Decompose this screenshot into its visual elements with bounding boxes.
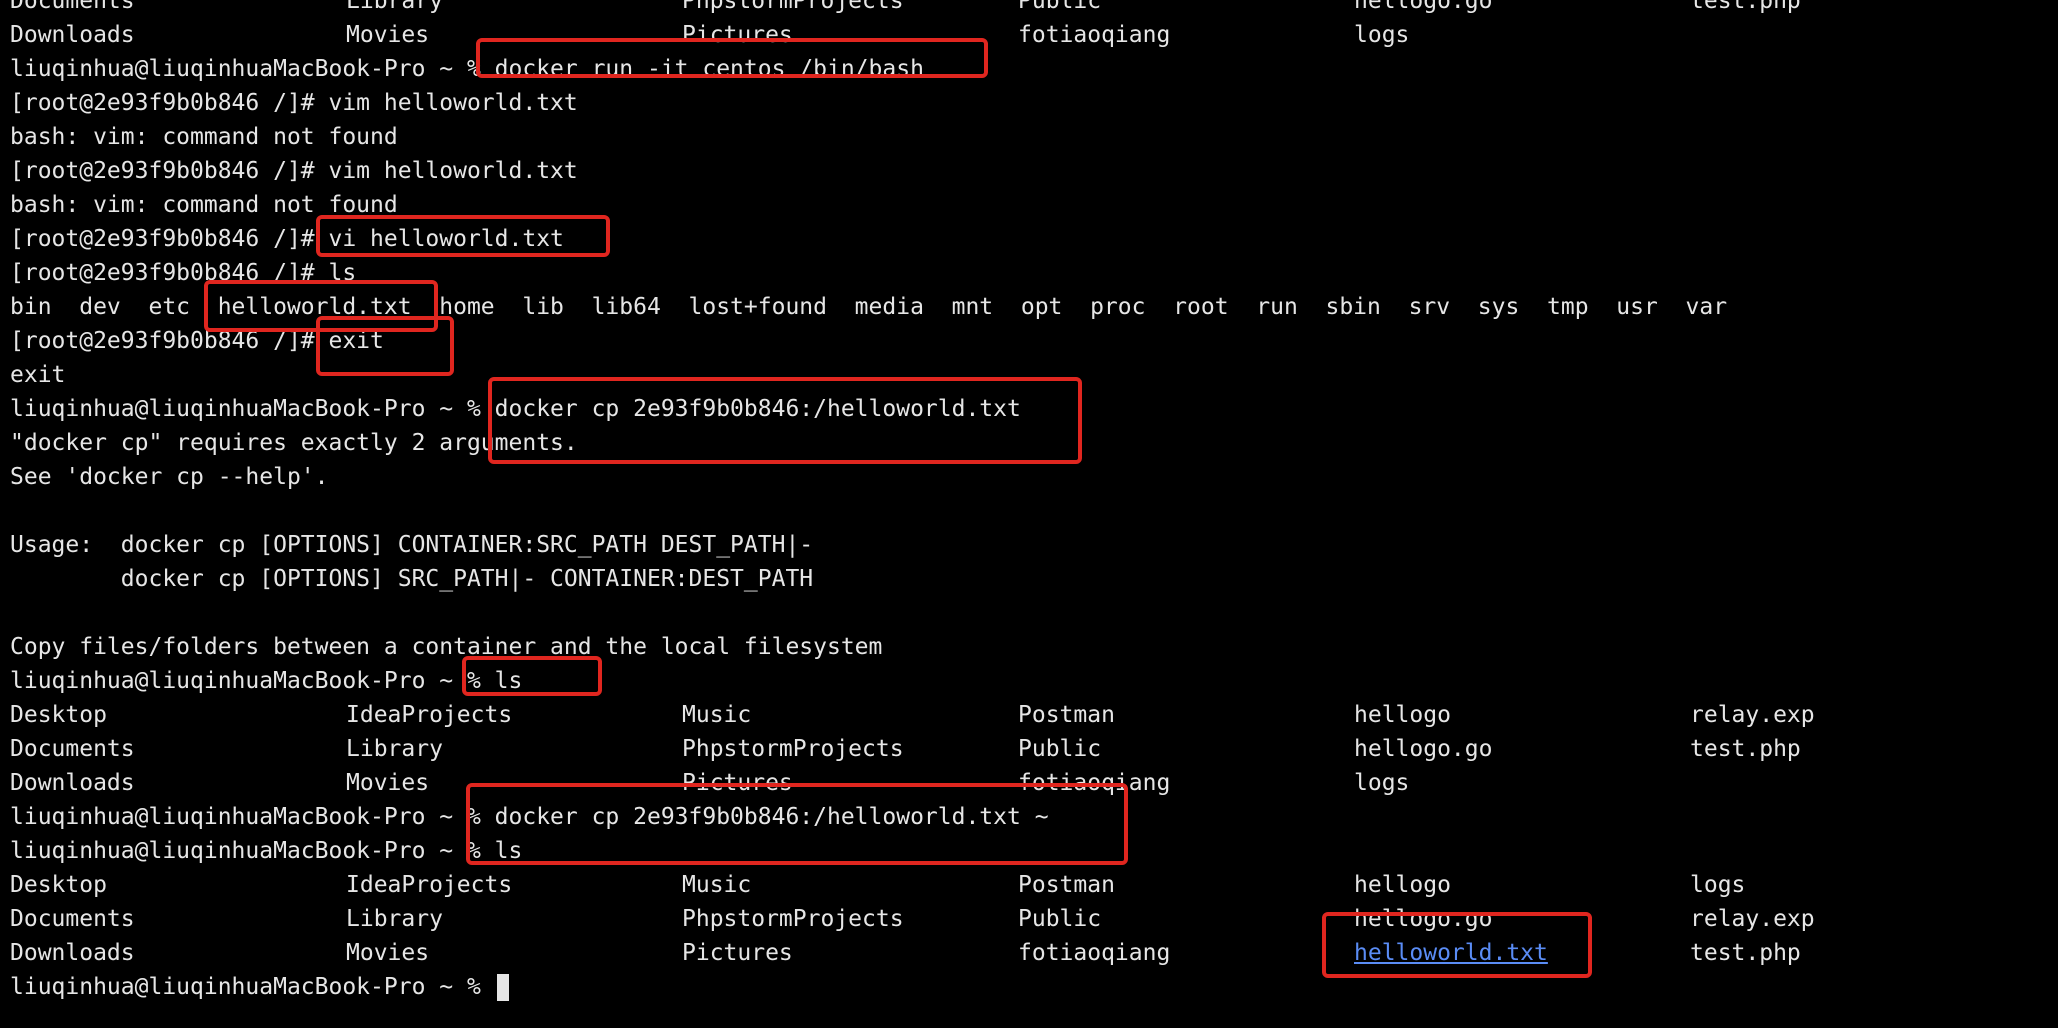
file-name: test.php: [1690, 940, 1801, 966]
terminal-line: See 'docker cp --help'.: [10, 464, 329, 490]
file-name: relay.exp: [1690, 906, 1815, 932]
prompt-text: liuqinhua@liuqinhuaMacBook-Pro ~ %: [10, 974, 495, 1000]
file-name: Postman: [1018, 872, 1115, 898]
terminal-line: Copy files/folders between a container a…: [10, 634, 883, 660]
file-name: hellogo: [1354, 872, 1451, 898]
highlight-exit-command: [316, 316, 454, 376]
highlight-vi-command: [316, 215, 610, 257]
file-name: Pictures: [682, 940, 793, 966]
file-name: PhpstormProjects: [682, 0, 904, 14]
highlight-docker-run: [476, 38, 988, 78]
ls-output-row: Desktop IdeaProjects Music Postman hellogo lo…: [10, 868, 1745, 902]
file-name: PhpstormProjects: [682, 906, 904, 932]
file-name: logs: [1354, 22, 1410, 48]
terminal-line: docker cp [OPTIONS] SRC_PATH|- CONTAINER…: [10, 566, 814, 592]
file-name: Downloads: [10, 940, 135, 966]
terminal-line: bash: vim: command not found: [10, 192, 398, 218]
terminal-line: liuqinhua@liuqinhuaMacBook-Pro ~ % ls: [10, 668, 523, 694]
file-name: hellogo.go: [1354, 736, 1493, 762]
terminal-line: [root@2e93f9b0b846 /]# vi helloworld.txt: [10, 226, 564, 252]
file-name: Movies: [346, 940, 430, 966]
file-name: Documents: [10, 0, 135, 14]
ls-output-row: Desktop IdeaProjects Music Postman hellogo re…: [10, 698, 1815, 732]
file-name: IdeaProjects: [346, 872, 513, 898]
file-name: Library: [346, 736, 443, 762]
file-name: Documents: [10, 736, 135, 762]
file-name: Library: [346, 906, 443, 932]
file-name: hellogo.go: [1354, 0, 1493, 14]
file-name: Library: [346, 0, 443, 14]
terminal-line: [root@2e93f9b0b846 /]# vim helloworld.tx…: [10, 90, 578, 116]
file-name: test.php: [1690, 0, 1801, 14]
file-name: relay.exp: [1690, 702, 1815, 728]
file-name: Downloads: [10, 770, 135, 796]
highlight-ls-command: [462, 656, 602, 696]
file-name: Postman: [1018, 702, 1115, 728]
highlight-docker-cp-error: [488, 377, 1082, 464]
ls-output-row: Documents Library PhpstormProjects Public he…: [10, 0, 1801, 18]
file-name: logs: [1354, 770, 1410, 796]
ls-output-row: Documents Library PhpstormProjects Public he…: [10, 732, 1801, 766]
file-name: Public: [1018, 906, 1102, 932]
file-name: Desktop: [10, 702, 107, 728]
terminal-window[interactable]: Documents Library PhpstormProjects Public he…: [0, 0, 2058, 1028]
file-name: Downloads: [10, 22, 135, 48]
file-name: test.php: [1690, 736, 1801, 762]
file-name: fotiaoqiang: [1018, 22, 1171, 48]
highlight-docker-cp-success: [466, 783, 1128, 865]
file-name: Movies: [346, 22, 430, 48]
terminal-line: [root@2e93f9b0b846 /]# vim helloworld.tx…: [10, 158, 578, 184]
highlight-copied-file: [1322, 912, 1592, 978]
file-name: IdeaProjects: [346, 702, 513, 728]
file-name: hellogo: [1354, 702, 1451, 728]
file-name: Desktop: [10, 872, 107, 898]
terminal-line: bash: vim: command not found: [10, 124, 398, 150]
file-name: Movies: [346, 770, 430, 796]
file-name: Documents: [10, 906, 135, 932]
terminal-line: Usage: docker cp [OPTIONS] CONTAINER:SRC…: [10, 532, 814, 558]
file-name: Public: [1018, 736, 1102, 762]
file-name: Public: [1018, 0, 1102, 14]
file-name: fotiaoqiang: [1018, 940, 1171, 966]
file-name: Music: [682, 872, 752, 898]
file-name: PhpstormProjects: [682, 736, 904, 762]
terminal-cursor[interactable]: [496, 974, 509, 1001]
file-name: logs: [1690, 872, 1746, 898]
file-name: Music: [682, 702, 752, 728]
